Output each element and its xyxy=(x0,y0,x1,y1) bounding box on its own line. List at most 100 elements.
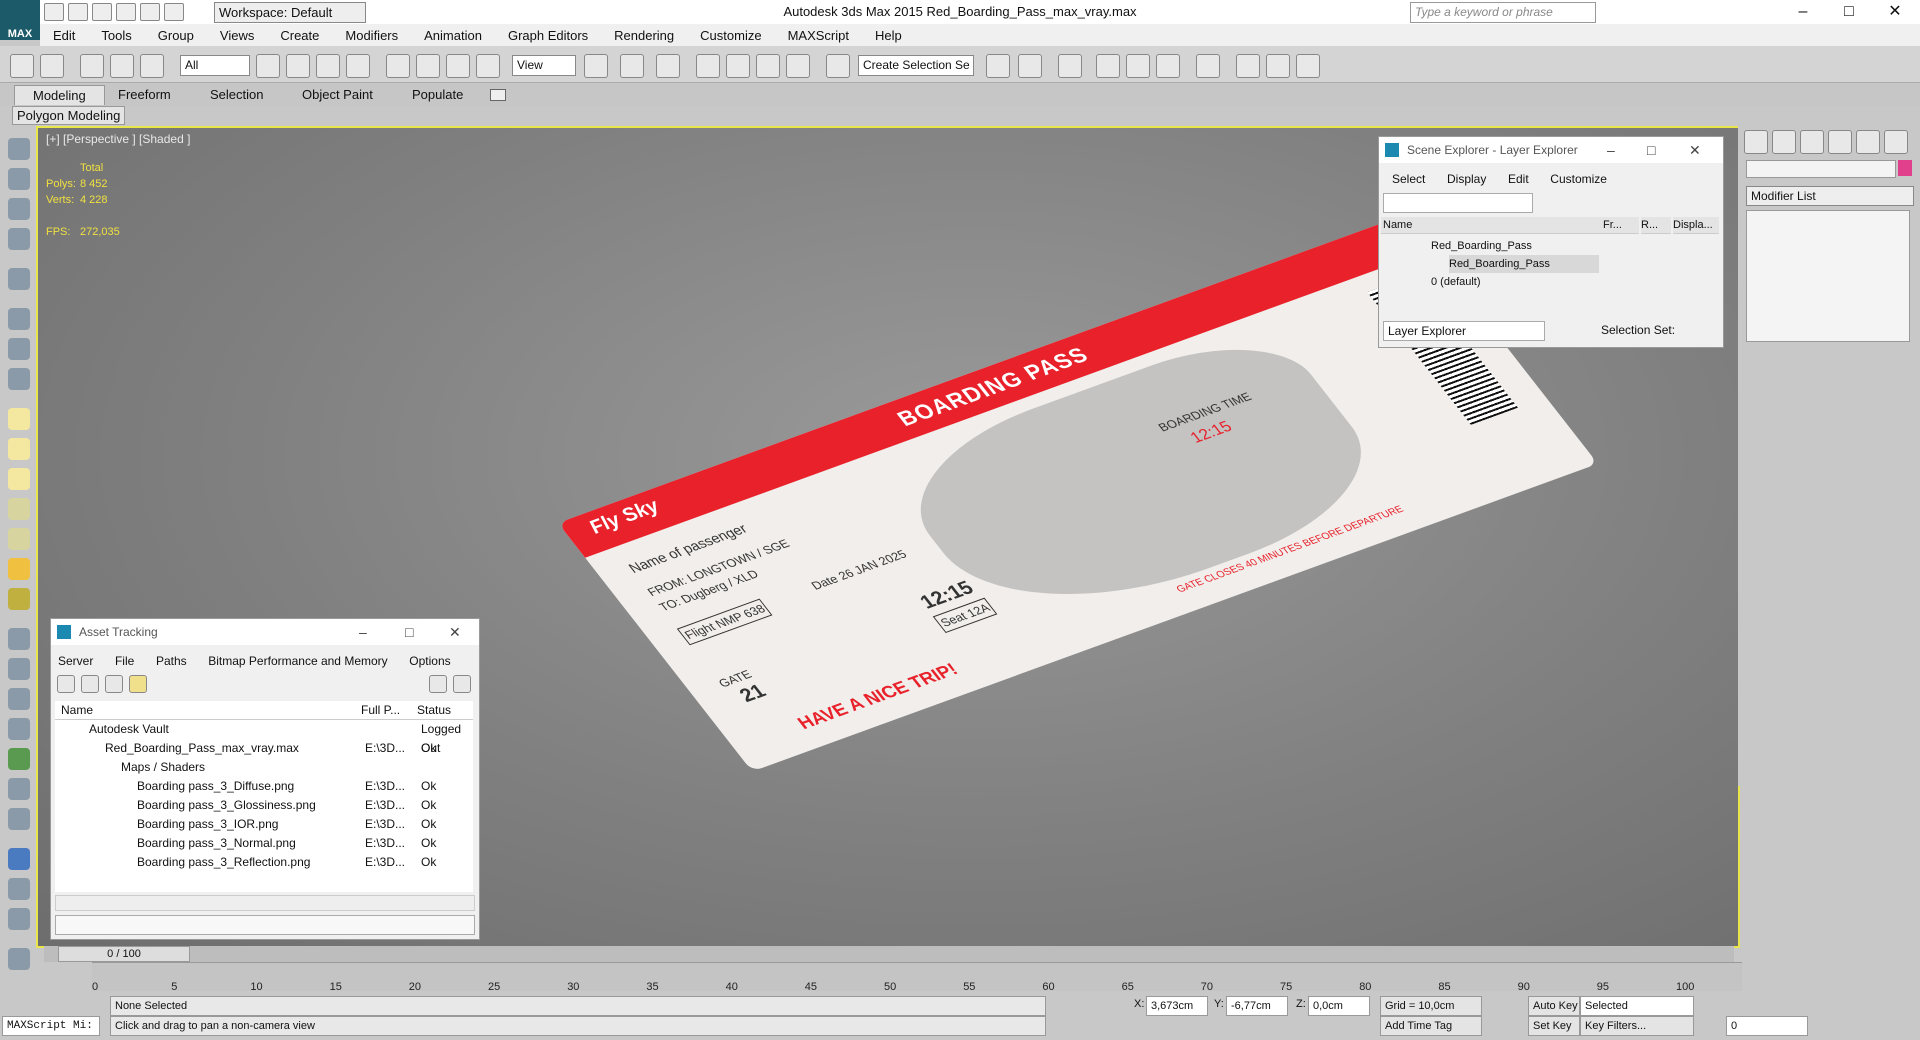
hierarchy-tab-icon[interactable] xyxy=(1800,130,1824,154)
table-row[interactable]: Boarding pass_3_Reflection.png E:\3D... Ok xyxy=(59,853,479,872)
modify-tab-icon[interactable] xyxy=(1772,130,1796,154)
table-row[interactable]: Boarding pass_3_Diffuse.png E:\3D... Ok xyxy=(59,777,479,796)
scale-icon[interactable] xyxy=(446,54,470,78)
select-manipulate-icon[interactable] xyxy=(620,54,644,78)
undo-icon[interactable] xyxy=(116,3,136,21)
table-row[interactable]: Red_Boarding_Pass_max_vray.max E:\3D... Ok xyxy=(59,739,479,758)
selection-filter-dropdown[interactable]: All xyxy=(180,55,250,76)
asset-tracking-titlebar[interactable]: Asset Tracking – □ ✕ xyxy=(51,619,479,645)
cone-primitive-icon[interactable] xyxy=(8,528,30,550)
add-time-tag-button[interactable]: Add Time Tag xyxy=(1380,1016,1482,1036)
menu-animation[interactable]: Animation xyxy=(411,28,495,43)
timeline-toggle-icon[interactable] xyxy=(8,948,30,970)
selection-region-icon[interactable] xyxy=(316,54,340,78)
menu-group[interactable]: Group xyxy=(145,28,207,43)
modifier-list-dropdown[interactable]: Modifier List xyxy=(1746,186,1914,206)
layer-icon[interactable] xyxy=(8,908,30,930)
schematic-view-icon[interactable] xyxy=(1156,54,1180,78)
curve-editor-icon[interactable] xyxy=(1126,54,1150,78)
menu-select[interactable]: Select xyxy=(1383,172,1434,186)
table-view-icon[interactable] xyxy=(129,675,147,693)
target-icon[interactable] xyxy=(8,588,30,610)
material-editor-icon[interactable] xyxy=(1196,54,1220,78)
particle-icon[interactable] xyxy=(8,628,30,650)
object-name-input[interactable] xyxy=(1746,160,1896,178)
menu-create[interactable]: Create xyxy=(267,28,332,43)
rendered-frame-icon[interactable] xyxy=(1266,54,1290,78)
bind-space-warp-icon[interactable] xyxy=(140,54,164,78)
scene-states-icon[interactable] xyxy=(8,878,30,900)
menu-file[interactable]: File xyxy=(106,654,143,668)
create-tab-icon[interactable] xyxy=(1744,130,1768,154)
y-coordinate-field[interactable]: -6,77cm xyxy=(1226,996,1288,1016)
search-input[interactable]: Type a keyword or phrase xyxy=(1410,2,1596,23)
minimize-icon[interactable]: – xyxy=(1607,137,1615,163)
cloth-icon[interactable] xyxy=(8,688,30,710)
render-globe-icon[interactable] xyxy=(8,808,30,830)
named-selection-set-dropdown[interactable]: Create Selection Se xyxy=(858,55,974,76)
table-row[interactable]: Boarding pass_3_Normal.png E:\3D... Ok xyxy=(59,834,479,853)
material-icon[interactable] xyxy=(8,658,30,680)
angle-snap-icon[interactable] xyxy=(726,54,750,78)
maximize-button[interactable]: □ xyxy=(1826,0,1872,24)
menu-bitmap-performance[interactable]: Bitmap Performance and Memory xyxy=(199,654,396,668)
find-input[interactable] xyxy=(1383,193,1533,213)
column-status[interactable]: Status xyxy=(417,701,451,719)
column-full-path[interactable]: Full P... xyxy=(361,701,400,719)
unlink-icon[interactable] xyxy=(110,54,134,78)
path-input[interactable] xyxy=(55,915,475,935)
redo-icon[interactable] xyxy=(40,54,64,78)
display-tab-icon[interactable] xyxy=(1856,130,1880,154)
tab-modeling[interactable]: Modeling xyxy=(14,85,105,105)
modifier-stack[interactable] xyxy=(1746,210,1910,342)
save-icon[interactable] xyxy=(92,3,112,21)
select-object-icon[interactable] xyxy=(256,54,280,78)
link-icon[interactable] xyxy=(80,54,104,78)
helper-icon[interactable] xyxy=(8,338,30,360)
sphere-primitive-icon[interactable] xyxy=(8,438,30,460)
scene-explorer-titlebar[interactable]: Scene Explorer - Layer Explorer – □ ✕ xyxy=(1379,137,1723,163)
list-view-icon[interactable] xyxy=(81,675,99,693)
tab-populate[interactable]: Populate xyxy=(412,87,463,102)
teapot-primitive-icon[interactable] xyxy=(8,498,30,520)
scene-explorer-icon[interactable] xyxy=(1096,54,1120,78)
place-icon[interactable] xyxy=(476,54,500,78)
character-icon[interactable] xyxy=(8,368,30,390)
column-render[interactable]: R... xyxy=(1641,217,1671,234)
utilities-tab-icon[interactable] xyxy=(1884,130,1908,154)
new-file-icon[interactable] xyxy=(44,3,64,21)
menu-edit[interactable]: Edit xyxy=(40,28,88,43)
motion-tab-icon[interactable] xyxy=(1828,130,1852,154)
project-folder-icon[interactable] xyxy=(164,3,184,21)
viewport-label[interactable]: [+] [Perspective ] [Shaded ] xyxy=(46,132,190,146)
column-name[interactable]: Name xyxy=(61,701,93,719)
window-crossing-icon[interactable] xyxy=(346,54,370,78)
menu-tools[interactable]: Tools xyxy=(88,28,144,43)
z-coordinate-field[interactable]: 0,0cm xyxy=(1308,996,1370,1016)
menu-server[interactable]: Server xyxy=(49,654,102,668)
viewport-icon[interactable] xyxy=(8,168,30,190)
object-color-swatch[interactable] xyxy=(1898,160,1912,176)
bone-icon[interactable] xyxy=(8,308,30,330)
current-frame-field[interactable]: 0 xyxy=(1726,1016,1808,1036)
percent-snap-icon[interactable] xyxy=(756,54,780,78)
undo-icon[interactable] xyxy=(10,54,34,78)
sphere-render-icon[interactable] xyxy=(8,848,30,870)
table-row[interactable]: Maps / Shaders xyxy=(59,758,479,777)
minimize-icon[interactable]: – xyxy=(359,619,367,645)
rotate-icon[interactable] xyxy=(416,54,440,78)
mirror-icon[interactable] xyxy=(986,54,1010,78)
sun-light-icon[interactable] xyxy=(8,558,30,580)
pivot-icon[interactable] xyxy=(584,54,608,78)
track-bar[interactable]: 0 5 10 15 20 25 30 35 40 45 50 55 60 65 70 75 80 85 90 95 10… xyxy=(92,962,1742,993)
app-logo-button[interactable]: MAX xyxy=(0,0,40,40)
column-name[interactable]: Name xyxy=(1381,217,1603,234)
menu-customize[interactable]: Customize xyxy=(1541,172,1616,186)
close-icon[interactable]: ✕ xyxy=(1689,137,1701,163)
align-icon[interactable] xyxy=(1018,54,1042,78)
key-filters-button[interactable]: Key Filters... xyxy=(1580,1016,1694,1036)
horizontal-scrollbar[interactable] xyxy=(55,895,475,911)
tree-item-layer[interactable]: Red_Boarding_Pass xyxy=(1431,237,1532,255)
menu-paths[interactable]: Paths xyxy=(147,654,196,668)
box-primitive-icon[interactable] xyxy=(8,408,30,430)
